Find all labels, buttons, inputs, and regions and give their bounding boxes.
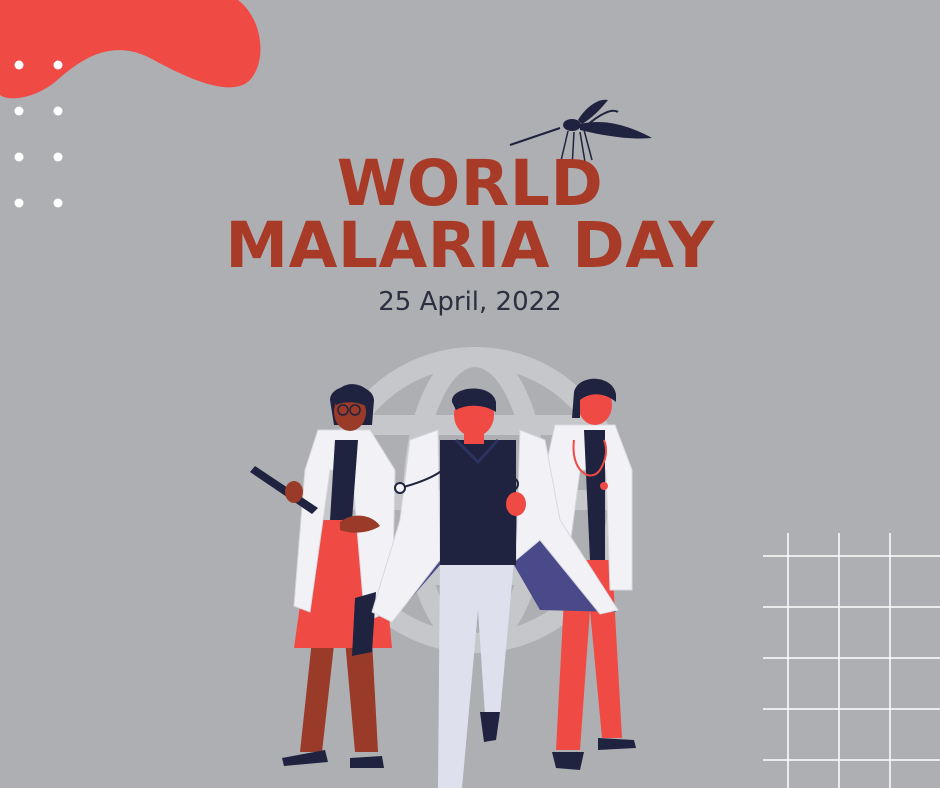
doctors-illustration <box>250 378 636 788</box>
female-doctor-figure <box>250 384 396 768</box>
